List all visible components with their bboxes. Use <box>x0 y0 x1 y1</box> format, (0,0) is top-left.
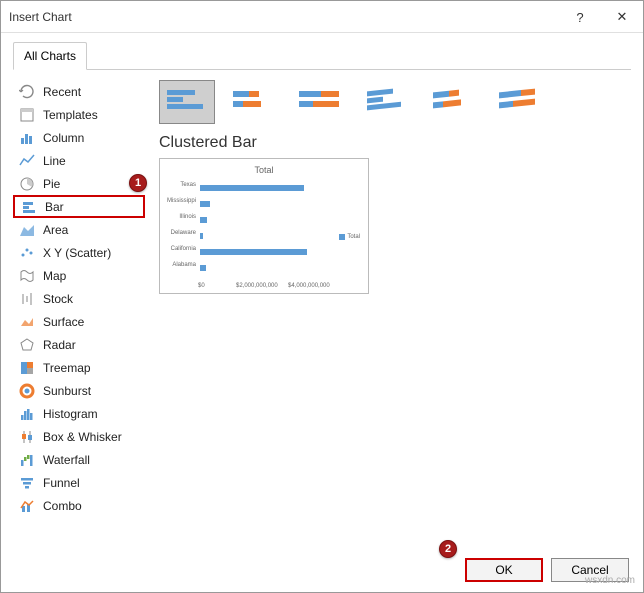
nav-label: Area <box>43 223 68 237</box>
preview-chart-area: Texas Mississippi Illinois Delaware Cali… <box>164 179 364 289</box>
nav-map[interactable]: Map <box>13 264 145 287</box>
map-icon <box>19 268 35 284</box>
nav-recent[interactable]: Recent <box>13 80 145 103</box>
nav-label: Radar <box>43 338 76 352</box>
radar-icon <box>19 337 35 353</box>
subtype-title: Clustered Bar <box>159 134 631 152</box>
tab-strip: All Charts <box>13 41 631 70</box>
axis-tick: $0 <box>198 283 205 289</box>
nav-label: X Y (Scatter) <box>43 246 111 260</box>
dialog-body: Recent Templates Column Line Pie 1 Bar A… <box>1 70 643 550</box>
cat-label: Mississippi <box>166 198 196 204</box>
cat-label: Texas <box>166 182 196 188</box>
nav-column[interactable]: Column <box>13 126 145 149</box>
ok-button[interactable]: OK <box>465 558 543 582</box>
templates-icon <box>19 107 35 123</box>
nav-area[interactable]: Area <box>13 218 145 241</box>
funnel-icon <box>19 475 35 491</box>
nav-label: Funnel <box>43 476 80 490</box>
bar-california <box>200 249 307 255</box>
nav-funnel[interactable]: Funnel <box>13 471 145 494</box>
subtype-3d-stacked-bar[interactable] <box>423 80 479 124</box>
bar-delaware <box>200 233 203 239</box>
legend-swatch <box>339 234 345 240</box>
nav-bar[interactable]: Bar <box>13 195 145 218</box>
nav-combo[interactable]: Combo <box>13 494 145 517</box>
nav-line[interactable]: Line <box>13 149 145 172</box>
line-icon <box>19 153 35 169</box>
cat-label: Illinois <box>166 214 196 220</box>
scatter-icon <box>19 245 35 261</box>
nav-radar[interactable]: Radar <box>13 333 145 356</box>
nav-label: Map <box>43 269 66 283</box>
nav-pie[interactable]: Pie 1 <box>13 172 145 195</box>
area-icon <box>19 222 35 238</box>
cat-label: California <box>166 246 196 252</box>
chart-category-list: Recent Templates Column Line Pie 1 Bar A… <box>13 80 145 550</box>
bar-mississippi <box>200 201 210 207</box>
nav-sunburst[interactable]: Sunburst <box>13 379 145 402</box>
nav-label: Templates <box>43 108 98 122</box>
combo-icon <box>19 498 35 514</box>
histogram-icon <box>19 406 35 422</box>
nav-waterfall[interactable]: Waterfall <box>13 448 145 471</box>
callout-badge-2: 2 <box>439 540 457 558</box>
nav-label: Sunburst <box>43 384 91 398</box>
nav-label: Stock <box>43 292 73 306</box>
nav-label: Waterfall <box>43 453 90 467</box>
waterfall-icon <box>19 452 35 468</box>
nav-label: Surface <box>43 315 84 329</box>
nav-box[interactable]: Box & Whisker <box>13 425 145 448</box>
nav-label: Treemap <box>43 361 91 375</box>
recent-icon <box>19 84 35 100</box>
cat-label: Alabama <box>166 262 196 268</box>
nav-label: Column <box>43 131 84 145</box>
chart-subtype-panel: Clustered Bar Total Texas Mississippi Il… <box>145 80 631 550</box>
axis-tick: $4,000,000,000 <box>288 283 330 289</box>
nav-label: Bar <box>45 200 64 214</box>
help-button[interactable]: ? <box>559 1 601 33</box>
column-icon <box>19 130 35 146</box>
nav-label: Box & Whisker <box>43 430 122 444</box>
surface-icon <box>19 314 35 330</box>
nav-label: Recent <box>43 85 81 99</box>
nav-xy[interactable]: X Y (Scatter) <box>13 241 145 264</box>
subtype-3d-100-stacked-bar[interactable] <box>489 80 545 124</box>
treemap-icon <box>19 360 35 376</box>
cat-label: Delaware <box>166 230 196 236</box>
close-button[interactable]: ✕ <box>601 1 643 33</box>
nav-surface[interactable]: Surface <box>13 310 145 333</box>
titlebar: Insert Chart ? ✕ <box>1 1 643 33</box>
nav-histogram[interactable]: Histogram <box>13 402 145 425</box>
subtype-100-stacked-bar[interactable] <box>291 80 347 124</box>
bar-texas <box>200 185 304 191</box>
preview-legend: Total <box>339 234 360 240</box>
subtype-clustered-bar[interactable] <box>159 80 215 124</box>
subtype-list <box>159 80 631 124</box>
tab-all-charts[interactable]: All Charts <box>13 42 87 70</box>
nav-label: Combo <box>43 499 82 513</box>
subtype-3d-clustered-bar[interactable] <box>357 80 413 124</box>
pie-icon <box>19 176 35 192</box>
bar-icon <box>21 199 37 215</box>
subtype-stacked-bar[interactable] <box>225 80 281 124</box>
bar-alabama <box>200 265 206 271</box>
nav-label: Histogram <box>43 407 98 421</box>
window-controls: ? ✕ <box>559 1 643 33</box>
nav-treemap[interactable]: Treemap <box>13 356 145 379</box>
sunburst-icon <box>19 383 35 399</box>
nav-templates[interactable]: Templates <box>13 103 145 126</box>
dialog-title: Insert Chart <box>9 10 72 24</box>
nav-label: Pie <box>43 177 60 191</box>
axis-tick: $2,000,000,000 <box>236 283 278 289</box>
box-whisker-icon <box>19 429 35 445</box>
chart-preview[interactable]: Total Texas Mississippi Illinois Delawar… <box>159 158 369 294</box>
watermark: wsxdn.com <box>585 575 635 586</box>
nav-label: Line <box>43 154 66 168</box>
bar-illinois <box>200 217 207 223</box>
preview-title: Total <box>254 165 273 175</box>
stock-icon <box>19 291 35 307</box>
nav-stock[interactable]: Stock <box>13 287 145 310</box>
legend-label: Total <box>347 234 360 240</box>
